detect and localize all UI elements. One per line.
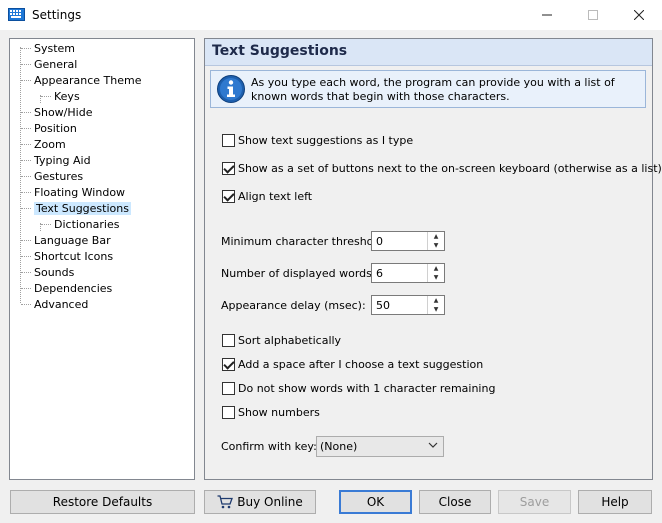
keyboard-icon — [8, 8, 25, 21]
align-left-checkbox[interactable]: Align text left — [222, 188, 312, 204]
tree-item-show-hide[interactable]: Show/Hide — [21, 105, 92, 120]
chevron-down-icon[interactable] — [428, 440, 438, 450]
buy-online-label: Buy Online — [237, 495, 303, 509]
tree-item-advanced[interactable]: Advanced — [21, 297, 88, 312]
spin-up-icon[interactable]: ▲ — [428, 232, 444, 241]
tree-item-floating-window[interactable]: Floating Window — [21, 185, 125, 200]
minimize-button[interactable] — [524, 0, 570, 30]
panel-header: Text Suggestions — [205, 39, 652, 66]
spinner-arrows[interactable]: ▲ ▼ — [427, 232, 444, 250]
tree-item-gestures[interactable]: Gestures — [21, 169, 83, 184]
show-numbers-checkbox[interactable]: Show numbers — [222, 404, 320, 420]
spin-up-icon[interactable]: ▲ — [428, 296, 444, 305]
settings-panel: Text Suggestions As you type each word, … — [204, 38, 662, 480]
checkbox-box[interactable] — [222, 381, 235, 395]
spinner-value[interactable]: 50 — [376, 299, 390, 312]
min-threshold-spinner[interactable]: 0 ▲ ▼ — [371, 231, 445, 251]
tree-item-dictionaries[interactable]: Dictionaries — [41, 217, 119, 232]
close-icon — [634, 10, 644, 20]
checkbox-label: Show numbers — [238, 405, 320, 419]
sort-alphabetically-checkbox[interactable]: Sort alphabetically — [222, 332, 341, 348]
appearance-delay-label: Appearance delay (msec): — [221, 299, 366, 312]
tree-item-sounds[interactable]: Sounds — [21, 265, 74, 280]
checkbox-box[interactable] — [222, 405, 235, 419]
settings-tree[interactable]: System General Appearance Theme Keys Sho… — [9, 38, 195, 480]
checkbox-box[interactable] — [222, 189, 235, 203]
restore-defaults-button[interactable]: Restore Defaults — [10, 490, 195, 514]
displayed-words-label: Number of displayed words: — [221, 267, 376, 280]
spinner-value[interactable]: 0 — [376, 235, 383, 248]
checkbox-box[interactable] — [222, 161, 235, 175]
window-title: Settings — [32, 8, 82, 22]
maximize-button[interactable] — [570, 0, 616, 30]
tree-item-shortcut-icons[interactable]: Shortcut Icons — [21, 249, 113, 264]
checkbox-label: Do not show words with 1 character remai… — [238, 381, 496, 395]
tree-item-zoom[interactable]: Zoom — [21, 137, 66, 152]
checkbox-label: Show text suggestions as I type — [238, 133, 414, 147]
tree-item-language-bar[interactable]: Language Bar — [21, 233, 111, 248]
shopping-cart-icon — [217, 495, 234, 509]
buy-online-button[interactable]: Buy Online — [204, 490, 316, 514]
tree-item-position[interactable]: Position — [21, 121, 77, 136]
spin-down-icon[interactable]: ▼ — [428, 241, 444, 250]
tree-item-typing-aid[interactable]: Typing Aid — [21, 153, 91, 168]
ok-button[interactable]: OK — [339, 490, 412, 514]
checkbox-label: Show as a set of buttons next to the on-… — [238, 161, 662, 175]
spin-down-icon[interactable]: ▼ — [428, 273, 444, 282]
appearance-delay-spinner[interactable]: 50 ▲ ▼ — [371, 295, 445, 315]
close-button[interactable] — [616, 0, 662, 30]
checkbox-label: Sort alphabetically — [238, 333, 342, 347]
maximize-icon — [588, 10, 598, 20]
min-threshold-label: Minimum character threshold: — [221, 235, 388, 248]
spinner-value[interactable]: 6 — [376, 267, 383, 280]
panel-title: Text Suggestions — [212, 43, 348, 59]
displayed-words-spinner[interactable]: 6 ▲ ▼ — [371, 263, 445, 283]
show-suggestions-checkbox[interactable]: Show text suggestions as I type — [222, 132, 413, 148]
close-dialog-button[interactable]: Close — [419, 490, 491, 514]
spinner-arrows[interactable]: ▲ ▼ — [427, 296, 444, 314]
show-as-buttons-checkbox[interactable]: Show as a set of buttons next to the on-… — [222, 160, 662, 176]
checkbox-label: Align text left — [238, 189, 313, 203]
confirm-key-value[interactable]: (None) — [320, 440, 357, 453]
tree-item-text-suggestions[interactable]: Text Suggestions — [21, 201, 131, 216]
save-button[interactable]: Save — [498, 490, 571, 514]
help-button[interactable]: Help — [578, 490, 652, 514]
checkbox-label: Add a space after I choose a text sugges… — [238, 357, 484, 371]
spinner-arrows[interactable]: ▲ ▼ — [427, 264, 444, 282]
info-text: As you type each word, the program can p… — [251, 76, 615, 103]
title-bar: Settings — [0, 0, 662, 30]
info-box: As you type each word, the program can p… — [210, 70, 646, 108]
minimize-icon — [542, 14, 552, 16]
checkbox-box[interactable] — [222, 133, 235, 147]
tree-item-keys[interactable]: Keys — [41, 89, 80, 104]
add-space-checkbox[interactable]: Add a space after I choose a text sugges… — [222, 356, 483, 372]
info-icon — [217, 75, 245, 103]
tree-item-dependencies[interactable]: Dependencies — [21, 281, 112, 296]
tree-item-appearance-theme[interactable]: Appearance Theme — [21, 73, 142, 88]
tree-item-system[interactable]: System — [21, 41, 75, 56]
checkbox-box[interactable] — [222, 333, 235, 347]
spin-down-icon[interactable]: ▼ — [428, 305, 444, 314]
tree-item-general[interactable]: General — [21, 57, 77, 72]
hide-one-char-checkbox[interactable]: Do not show words with 1 character remai… — [222, 380, 495, 396]
spin-up-icon[interactable]: ▲ — [428, 264, 444, 273]
confirm-key-label: Confirm with key: — [221, 440, 317, 453]
checkbox-box[interactable] — [222, 357, 235, 371]
confirm-key-select[interactable]: (None) — [316, 436, 444, 457]
